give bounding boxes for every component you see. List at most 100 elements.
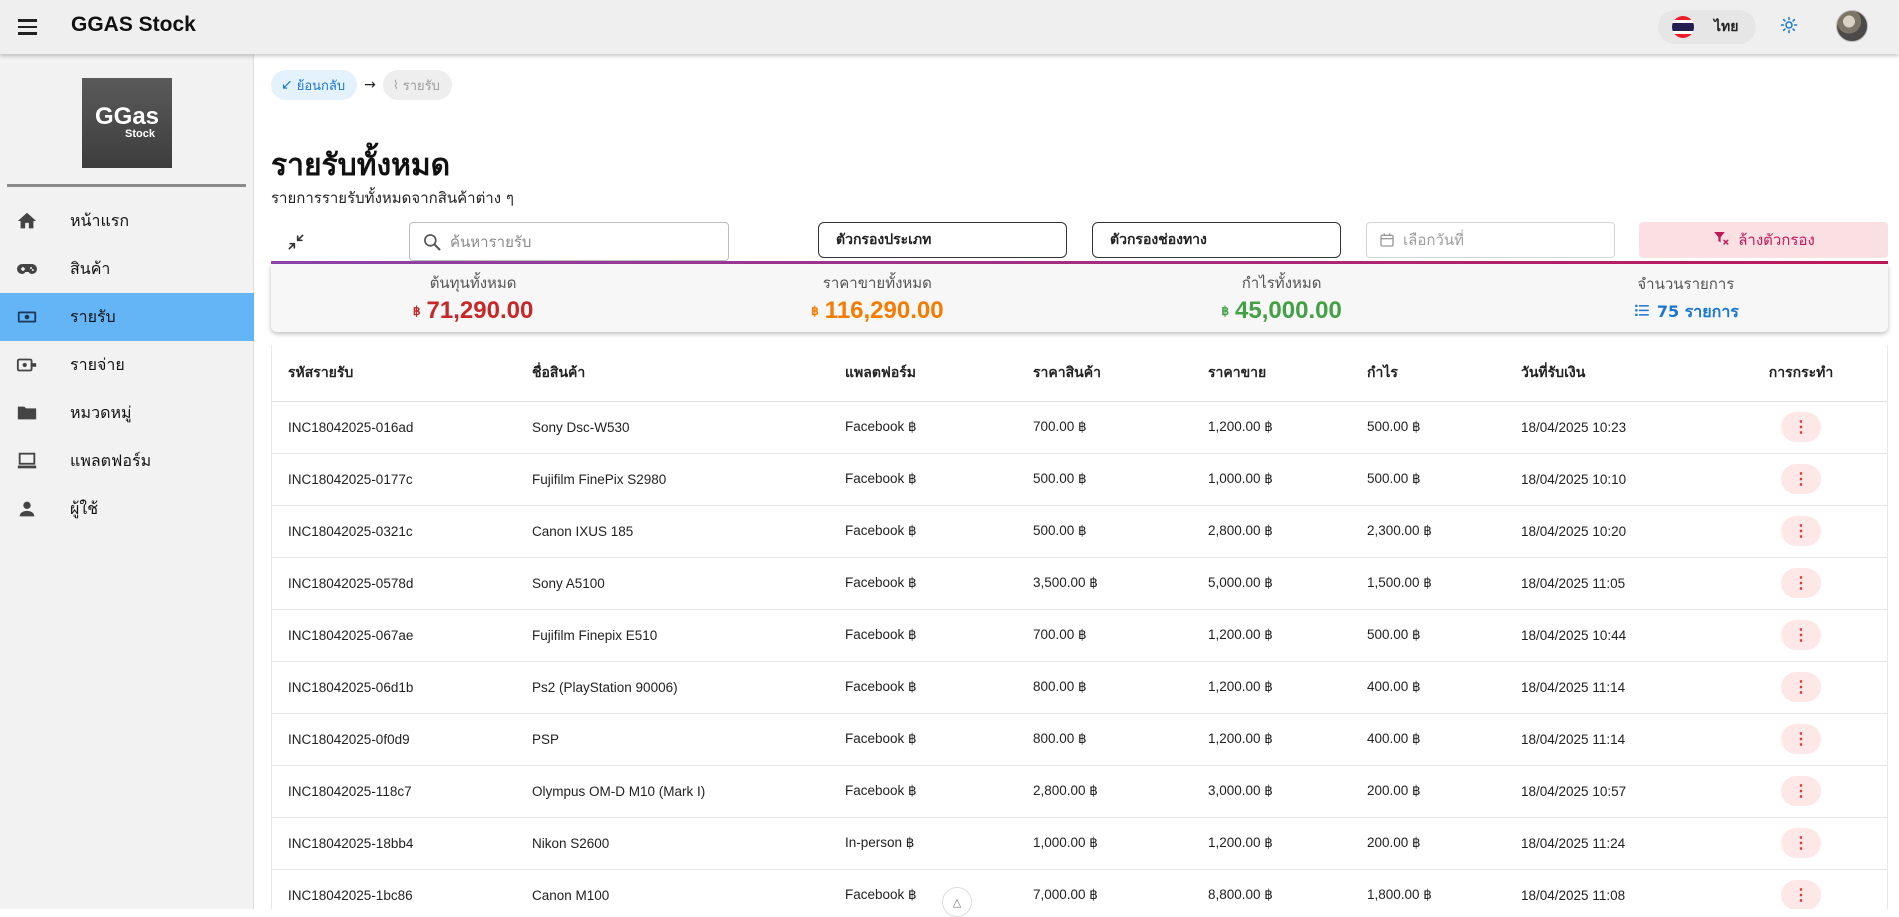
table-row[interactable]: INC18042025-0321c Canon IXUS 185 Facebook … bbox=[272, 505, 1887, 558]
cell-date: 18/04/2025 11:05 bbox=[1505, 557, 1713, 610]
column-header-profit[interactable]: กำไร bbox=[1351, 345, 1505, 402]
arrow-right-icon: → bbox=[364, 77, 376, 93]
laptop-icon bbox=[15, 449, 39, 473]
table-row[interactable]: INC18042025-0177c Fujifilm FinePix S2980 F… bbox=[272, 453, 1887, 506]
baht-icon: ฿ bbox=[412, 304, 421, 318]
more-vert-icon[interactable]: ⋮ bbox=[1781, 620, 1821, 650]
cell-price: 1,200.00 ฿ bbox=[1192, 401, 1351, 454]
income-table-container: รหัสรายรับ ชื่อสินค้า แพลตฟอร์ม ราคาสินค… bbox=[271, 345, 1888, 909]
table-row[interactable]: INC18042025-0f0d9 PSP Facebook ฿ 800.00 ฿ 1,… bbox=[272, 713, 1887, 766]
baht-icon: ฿ bbox=[1221, 304, 1230, 318]
avatar[interactable] bbox=[1836, 10, 1868, 42]
sidebar-item-platforms[interactable]: แพลตฟอร์ม bbox=[0, 437, 254, 485]
column-header-id[interactable]: รหัสรายรับ bbox=[272, 345, 516, 402]
table-row[interactable]: INC18042025-18bb4 Nikon S2600 In-person ฿ 1… bbox=[272, 817, 1887, 870]
more-vert-icon[interactable]: ⋮ bbox=[1781, 412, 1821, 442]
cell-income-id: INC18042025-0177c bbox=[272, 453, 516, 506]
cell-price: 2,800.00 ฿ bbox=[1192, 505, 1351, 558]
sidebar-item-home[interactable]: หน้าแรก bbox=[0, 197, 254, 245]
cell-profit: 200.00 ฿ bbox=[1351, 765, 1505, 818]
cell-platform: Facebook ฿ bbox=[829, 661, 1017, 714]
channel-filter-select[interactable]: ตัวกรองช่องทาง bbox=[1092, 222, 1341, 258]
cell-product-name: Ps2 (PlayStation 90006) bbox=[516, 661, 829, 714]
cell-actions: ⋮ bbox=[1713, 765, 1887, 818]
sidebar-item-expense[interactable]: รายจ่าย bbox=[0, 341, 254, 389]
cell-income-id: INC18042025-118c7 bbox=[272, 765, 516, 818]
more-vert-icon[interactable]: ⋮ bbox=[1781, 672, 1821, 702]
table-row[interactable]: INC18042025-016ad Sony Dsc-W530 Facebook ฿… bbox=[272, 401, 1887, 454]
clear-filters-label: ล้างตัวกรอง bbox=[1738, 231, 1815, 249]
column-header-date[interactable]: วันที่รับเงิน bbox=[1505, 345, 1713, 402]
back-label: ย้อนกลับ bbox=[296, 78, 346, 94]
summary-sales-value: 116,290.00 bbox=[824, 297, 944, 324]
list-icon bbox=[1633, 301, 1651, 323]
sidebar-item-products[interactable]: สินค้า bbox=[0, 245, 254, 293]
search-input[interactable] bbox=[450, 232, 710, 251]
more-vert-icon[interactable]: ⋮ bbox=[1781, 516, 1821, 546]
home-icon bbox=[15, 209, 39, 233]
cell-platform: Facebook ฿ bbox=[829, 869, 1017, 909]
cell-platform: Facebook ฿ bbox=[829, 505, 1017, 558]
sun-icon[interactable] bbox=[1778, 16, 1800, 38]
column-header-platform[interactable]: แพลตฟอร์ม bbox=[829, 345, 1017, 402]
cell-price: 1,200.00 ฿ bbox=[1192, 713, 1351, 766]
cell-product-name: Sony Dsc-W530 bbox=[516, 401, 829, 454]
paperclip-icon: ⌇ bbox=[392, 78, 399, 92]
collapse-icon[interactable] bbox=[286, 232, 306, 252]
language-switcher[interactable]: ไทย bbox=[1658, 10, 1756, 44]
sidebar-divider bbox=[7, 184, 246, 187]
cell-profit: 1,500.00 ฿ bbox=[1351, 557, 1505, 610]
cell-date: 18/04/2025 10:10 bbox=[1505, 453, 1713, 506]
more-vert-icon[interactable]: ⋮ bbox=[1781, 828, 1821, 858]
cell-profit: 500.00 ฿ bbox=[1351, 401, 1505, 454]
summary-profit: กำไรทั้งหมด ฿ 45,000.00 bbox=[1080, 264, 1484, 332]
sidebar-item-label: ผู้ใช้ bbox=[70, 498, 99, 518]
cell-product-name: Fujifilm FinePix S2980 bbox=[516, 453, 829, 506]
breadcrumb-current: ⌇ รายรับ bbox=[382, 70, 452, 100]
table-row[interactable]: INC18042025-06d1b Ps2 (PlayStation 90006)… bbox=[272, 661, 1887, 714]
date-picker[interactable]: เลือกวันที่ bbox=[1366, 222, 1615, 258]
table-row[interactable]: INC18042025-0578d Sony A5100 Facebook ฿ 3,5… bbox=[272, 557, 1887, 610]
cell-platform: In-person ฿ bbox=[829, 817, 1017, 870]
menu-icon[interactable] bbox=[14, 14, 40, 40]
cell-income-id: INC18042025-016ad bbox=[272, 401, 516, 454]
more-vert-icon[interactable]: ⋮ bbox=[1781, 776, 1821, 806]
sidebar-item-categories[interactable]: หมวดหมู่ bbox=[0, 389, 254, 437]
scroll-top-icon[interactable]: △ bbox=[942, 887, 972, 917]
cell-platform: Facebook ฿ bbox=[829, 453, 1017, 506]
filter-off-icon bbox=[1712, 229, 1730, 251]
sidebar-item-income[interactable]: รายรับ bbox=[0, 293, 254, 341]
more-vert-icon[interactable]: ⋮ bbox=[1781, 464, 1821, 494]
more-vert-icon[interactable]: ⋮ bbox=[1781, 880, 1821, 909]
table-row[interactable]: INC18042025-118c7 Olympus OM-D M10 (Mark … bbox=[272, 765, 1887, 818]
cell-income-id: INC18042025-0321c bbox=[272, 505, 516, 558]
cell-price: 1,000.00 ฿ bbox=[1192, 453, 1351, 506]
more-vert-icon[interactable]: ⋮ bbox=[1781, 568, 1821, 598]
cell-cost: 800.00 ฿ bbox=[1017, 713, 1192, 766]
type-filter-select[interactable]: ตัวกรองประเภท bbox=[818, 222, 1067, 258]
back-button[interactable]: ↙ ย้อนกลับ bbox=[271, 70, 358, 100]
summary-cost-value: 71,290.00 bbox=[426, 297, 534, 324]
column-header-cost[interactable]: ราคาสินค้า bbox=[1017, 345, 1192, 402]
cell-cost: 500.00 ฿ bbox=[1017, 453, 1192, 506]
summary-cost: ต้นทุนทั้งหมด ฿ 71,290.00 bbox=[271, 264, 675, 332]
sidebar-item-label: แพลตฟอร์ม bbox=[70, 450, 152, 470]
table-row[interactable]: INC18042025-1bc86 Canon M100 Facebook ฿ 7,0… bbox=[272, 869, 1887, 909]
summary-sales-label: ราคาขายทั้งหมด bbox=[822, 274, 932, 292]
arrow-back-icon: ↙ bbox=[281, 77, 293, 93]
cell-product-name: PSP bbox=[516, 713, 829, 766]
clear-filters-button[interactable]: ล้างตัวกรอง bbox=[1639, 222, 1888, 258]
search-input-wrapper bbox=[409, 222, 729, 261]
table-row[interactable]: INC18042025-067ae Fujifilm Finepix E510 Fa… bbox=[272, 609, 1887, 662]
cell-cost: 3,500.00 ฿ bbox=[1017, 557, 1192, 610]
cell-product-name: Canon M100 bbox=[516, 869, 829, 909]
cell-product-name: Canon IXUS 185 bbox=[516, 505, 829, 558]
cell-profit: 1,800.00 ฿ bbox=[1351, 869, 1505, 909]
summary-profit-label: กำไรทั้งหมด bbox=[1241, 274, 1322, 292]
cell-income-id: INC18042025-067ae bbox=[272, 609, 516, 662]
column-header-price[interactable]: ราคาขาย bbox=[1192, 345, 1351, 402]
column-header-product[interactable]: ชื่อสินค้า bbox=[516, 345, 829, 402]
sidebar-item-users[interactable]: ผู้ใช้ bbox=[0, 485, 254, 533]
summary-cost-label: ต้นทุนทั้งหมด bbox=[429, 274, 517, 292]
more-vert-icon[interactable]: ⋮ bbox=[1781, 724, 1821, 754]
